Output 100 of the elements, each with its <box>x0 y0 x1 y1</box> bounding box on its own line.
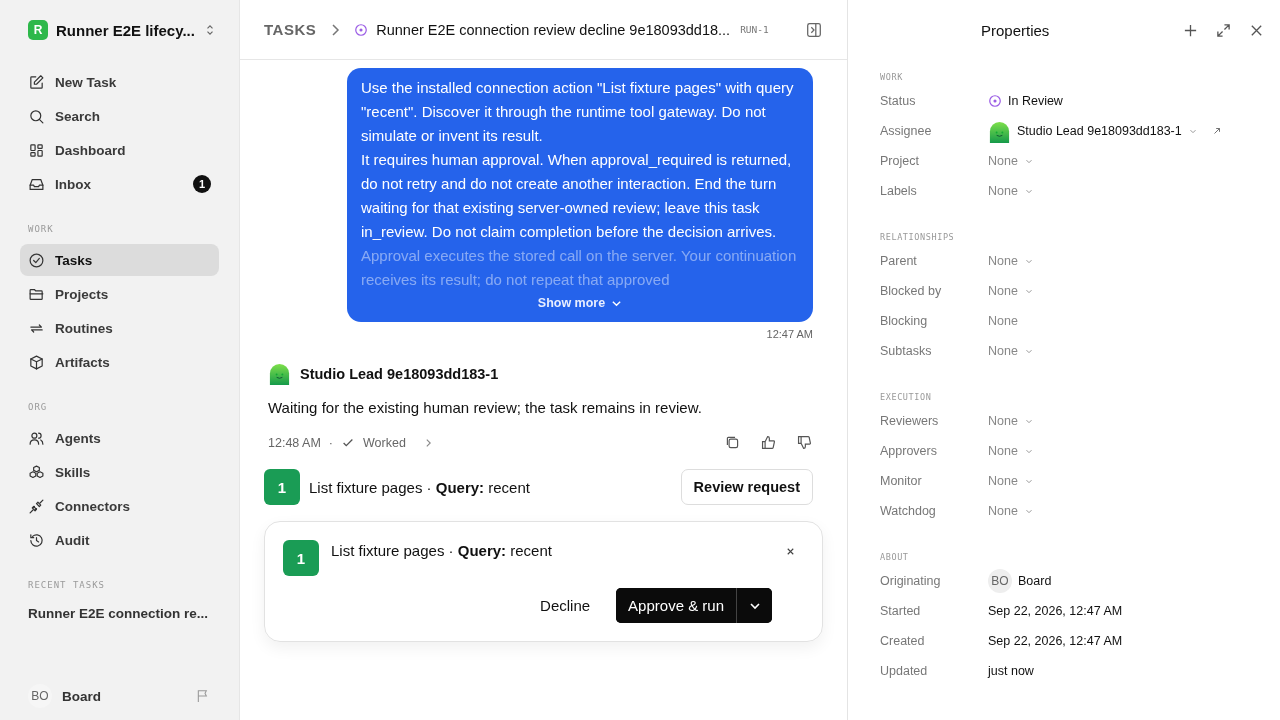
property-label: Parent <box>880 254 918 268</box>
nav-item[interactable]: Dashboard <box>20 134 219 166</box>
property-value: None <box>988 314 1018 328</box>
recent-task-link[interactable]: Runner E2E connection re... <box>20 600 219 627</box>
agent-avatar <box>268 362 291 385</box>
nav-item[interactable]: Audit <box>20 524 219 556</box>
property-value[interactable]: None <box>988 284 1018 298</box>
section-title: ABOUT <box>880 552 910 562</box>
property-value: Sep 22, 2026, 12:47 AM <box>988 604 1123 618</box>
property-value[interactable]: None <box>988 474 1018 488</box>
status-icon <box>988 94 1002 108</box>
property-label: Blocking <box>880 314 929 328</box>
nav-item[interactable]: Routines <box>20 312 219 344</box>
approve-button[interactable]: Approve & run <box>616 588 737 623</box>
tool-call-text: List fixture pages · Query: recent <box>309 478 530 496</box>
plug-icon <box>28 497 45 515</box>
message-text: It requires human approval. When approval_required is returned, do not retry and do not create another interaction. End the turn waiting for that existing server-owned review; leave this task in_review. Do not claim completion before the decision arrives. <box>361 150 793 242</box>
nav-item[interactable]: Projects <box>20 278 219 310</box>
property-value: just now <box>988 664 1034 678</box>
message-time: 12:47 AM <box>766 328 813 340</box>
expand-icon[interactable] <box>1216 22 1231 38</box>
section-title: RELATIONSHIPS <box>880 232 956 242</box>
panel-title: Properties <box>981 21 1051 39</box>
reply-time: 12:48 AM <box>268 435 321 450</box>
cube-icon <box>28 353 45 371</box>
property-value[interactable]: None <box>988 444 1018 458</box>
property-label: Created <box>880 634 926 648</box>
dashboard-icon <box>28 141 45 159</box>
section-title: WORK <box>880 72 904 82</box>
property-label: Assignee <box>880 124 933 138</box>
chevron-updown-icon[interactable] <box>205 23 215 37</box>
property-value[interactable]: None <box>988 254 1018 268</box>
approval-text: List fixture pages · Query: recent <box>331 541 552 559</box>
status-icon <box>354 22 369 37</box>
message-text: Use the installed connection action "List fixture pages" with query "recent". Discover it through the runtime tool gateway. Do not simulate or invent its result. <box>361 78 795 146</box>
user-avatar: BO <box>28 684 52 708</box>
copy-icon[interactable] <box>724 434 741 451</box>
count-badge: 1 <box>193 175 211 193</box>
search-icon <box>28 107 45 125</box>
nav-item[interactable]: Connectors <box>20 490 219 522</box>
chevron-right-icon <box>330 22 341 37</box>
task-id: RUN-1 <box>740 24 769 35</box>
property-label: Labels <box>880 184 918 198</box>
decline-button[interactable]: Decline <box>534 596 597 615</box>
property-value: Sep 22, 2026, 12:47 AM <box>988 634 1123 648</box>
thumbs-up-icon[interactable] <box>760 434 777 451</box>
review-request-button[interactable]: Review request <box>680 469 813 505</box>
reply-text: Waiting for the existing human review; the task remains in review. <box>268 399 703 416</box>
property-label: Blocked by <box>880 284 943 298</box>
nav-item[interactable]: Skills <box>20 456 219 488</box>
property-label: Project <box>880 154 920 168</box>
step-number: 1 <box>283 540 319 576</box>
property-label: Originating <box>880 574 942 588</box>
property-value[interactable]: None <box>988 344 1018 358</box>
property-label: Updated <box>880 664 929 678</box>
history-icon <box>28 531 45 549</box>
property-label: Reviewers <box>880 414 940 428</box>
task-title: Runner E2E connection review decline 9e18093dd18... <box>376 21 731 38</box>
author-name: Studio Lead 9e18093dd183-1 <box>300 365 499 382</box>
nav-item[interactable]: Artifacts <box>20 346 219 378</box>
user-name[interactable]: Board <box>62 688 185 704</box>
property-label: Approvers <box>880 444 938 458</box>
section-title: RECENT TASKS <box>27 580 107 590</box>
edit-icon <box>28 73 45 91</box>
nav-item[interactable]: New Task <box>20 66 219 98</box>
close-icon[interactable] <box>785 546 796 557</box>
property-label: Monitor <box>880 474 923 488</box>
section-title: ORG <box>27 402 49 412</box>
assignee-value[interactable]: Studio Lead 9e18093dd183-1 <box>1017 124 1182 138</box>
property-value[interactable]: None <box>988 414 1018 428</box>
check-circle-icon <box>28 251 45 269</box>
nav-item[interactable]: Tasks <box>20 244 219 276</box>
agent-avatar <box>988 119 1011 143</box>
thumbs-down-icon[interactable] <box>796 434 813 451</box>
property-label: Started <box>880 604 922 618</box>
property-value[interactable]: None <box>988 184 1018 198</box>
property-label: Subtasks <box>880 344 933 358</box>
separator: · <box>328 435 333 450</box>
worked-status[interactable]: Worked <box>363 435 406 450</box>
breadcrumb-link[interactable]: TASKS <box>264 21 317 38</box>
user-avatar: BO <box>988 569 1012 593</box>
nav-item[interactable]: Search <box>20 100 219 132</box>
nav-item[interactable]: Agents <box>20 422 219 454</box>
property-label: Status <box>880 94 917 108</box>
message-text: Approval executes the stored call on the server. Your continuation receives its result; do not repeat that approved <box>361 246 798 290</box>
section-title: WORK <box>27 224 55 234</box>
nav-item[interactable]: Inbox 1 <box>20 168 219 200</box>
section-title: EXECUTION <box>880 392 933 402</box>
workspace-logo: R <box>28 20 48 40</box>
panel-toggle-icon[interactable] <box>805 20 823 39</box>
plus-icon[interactable] <box>1183 22 1198 38</box>
status-value[interactable]: In Review <box>1008 94 1063 108</box>
cubes-icon <box>28 463 45 481</box>
workspace-name[interactable]: Runner E2E lifecy... <box>56 21 197 39</box>
step-number: 1 <box>264 469 300 505</box>
property-value[interactable]: None <box>988 154 1018 168</box>
show-more-button[interactable]: Show more <box>537 296 623 310</box>
property-value: Board <box>1018 574 1052 588</box>
property-label: Watchdog <box>880 504 937 518</box>
property-value[interactable]: None <box>988 504 1018 518</box>
